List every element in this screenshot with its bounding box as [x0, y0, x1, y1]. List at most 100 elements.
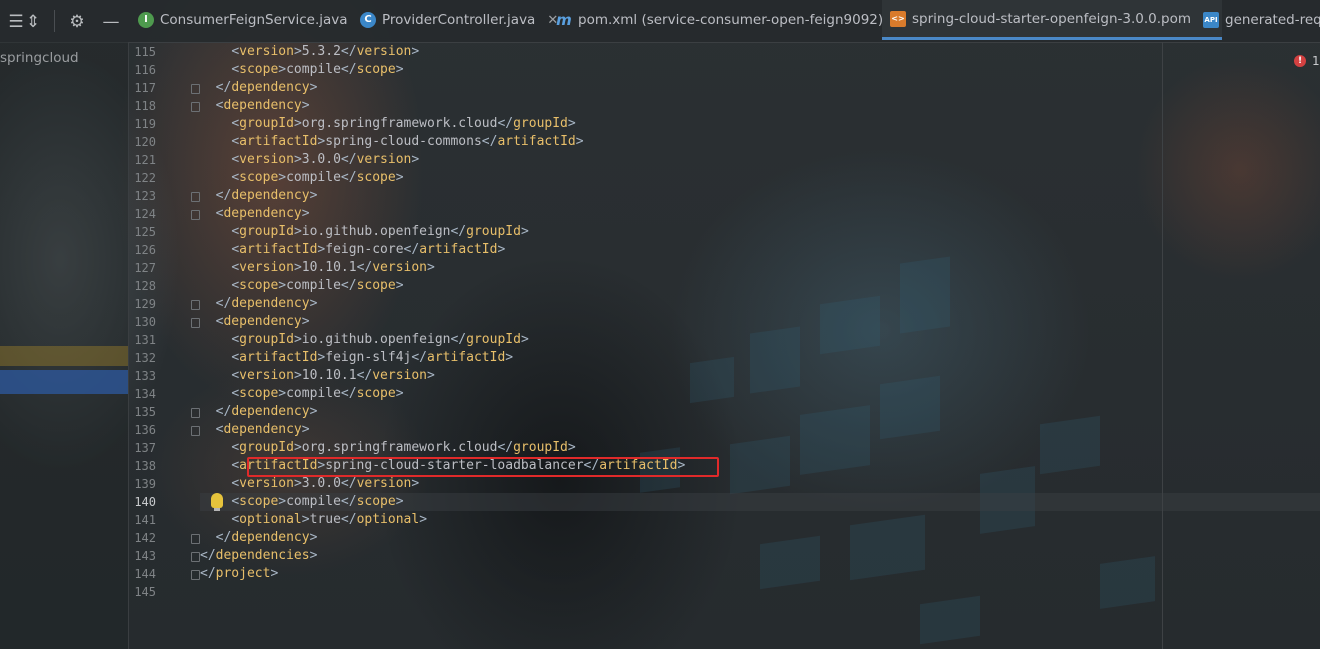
code-line: </dependency>	[215, 404, 318, 419]
class-icon: C	[360, 12, 376, 28]
line-number: 132	[134, 351, 156, 365]
error-count: 1	[1312, 54, 1320, 68]
code-editor[interactable]: <version>5.3.2</version> <scope>compile<…	[200, 42, 1320, 649]
fold-marker-icon[interactable]	[191, 426, 200, 436]
line-number: 116	[134, 63, 156, 77]
line-number: 136	[134, 423, 156, 437]
code-line: <groupId>io.github.openfeign</groupId>	[231, 224, 529, 239]
line-number-gutter[interactable]: 115 116 117 118 119 120 121 122 123 124 125 126 127 1…	[129, 42, 205, 649]
line-number: 129	[134, 297, 156, 311]
tab-label: pom.xml (service-consumer-open-feign9092…	[578, 12, 884, 28]
line-number: 119	[134, 117, 156, 131]
code-line: <version>3.0.0</version>	[231, 476, 420, 491]
line-number: 117	[134, 81, 156, 95]
toolbar-divider	[54, 10, 55, 32]
tab-label: generated-requ	[1225, 12, 1320, 28]
sidebar-row-highlight[interactable]	[0, 346, 128, 366]
line-number: 141	[134, 513, 156, 527]
code-line: <scope>compile</scope>	[231, 170, 404, 185]
fold-marker-icon[interactable]	[191, 300, 200, 310]
code-line: <scope>compile</scope>	[231, 62, 404, 77]
code-line: <version>5.3.2</version>	[231, 44, 420, 59]
line-number: 142	[134, 531, 156, 545]
tab-generated-requests[interactable]: API generated-requ	[1203, 0, 1320, 40]
code-line: <scope>compile</scope>	[231, 494, 404, 509]
code-line: <optional>true</optional>	[231, 512, 428, 527]
code-line: <version>10.10.1</version>	[231, 260, 435, 275]
fold-marker-icon[interactable]	[191, 192, 200, 202]
line-number: 139	[134, 477, 156, 491]
expand-all-icon[interactable]: ⇕	[23, 12, 43, 32]
line-number: 145	[134, 585, 156, 599]
line-number: 138	[134, 459, 156, 473]
line-number: 124	[134, 207, 156, 221]
line-number: 126	[134, 243, 156, 257]
line-number: 140	[134, 495, 156, 509]
code-line: <dependency>	[215, 422, 310, 437]
code-line: </project>	[200, 566, 279, 581]
line-number: 127	[134, 261, 156, 275]
tab-label: ProviderController.java	[382, 12, 536, 28]
code-line: <dependency>	[215, 98, 310, 113]
fold-marker-icon[interactable]	[191, 534, 200, 544]
code-line: <version>3.0.0</version>	[231, 152, 420, 167]
line-number: 144	[134, 567, 156, 581]
code-line: </dependencies>	[200, 548, 318, 563]
line-number: 115	[134, 45, 156, 59]
annotation-highlight-box	[247, 457, 719, 477]
line-number: 123	[134, 189, 156, 203]
fold-marker-icon[interactable]	[191, 570, 200, 580]
line-number: 125	[134, 225, 156, 239]
fold-marker-icon[interactable]	[191, 552, 200, 562]
project-sidebar: springcloud	[0, 42, 129, 649]
sidebar-selected-row[interactable]	[0, 370, 128, 394]
tab-openfeign-pom[interactable]: <> spring-cloud-starter-openfeign-3.0.0.…	[882, 0, 1222, 40]
fold-marker-icon[interactable]	[191, 84, 200, 94]
maven-icon: m	[556, 11, 572, 29]
error-icon: !	[1294, 55, 1306, 67]
code-line: </dependency>	[215, 80, 318, 95]
code-line: <version>10.10.1</version>	[231, 368, 435, 383]
inspection-widget[interactable]: ! 1	[1294, 54, 1320, 68]
line-number: 137	[134, 441, 156, 455]
code-line: <groupId>org.springframework.cloud</grou…	[231, 440, 576, 455]
code-line: <groupId>io.github.openfeign</groupId>	[231, 332, 529, 347]
code-line: <artifactId>feign-core</artifactId>	[231, 242, 506, 257]
fold-marker-icon[interactable]	[191, 102, 200, 112]
tab-provider-controller[interactable]: C ProviderController.java ✕	[360, 0, 558, 40]
line-number: 143	[134, 549, 156, 563]
line-number: 134	[134, 387, 156, 401]
code-line: <artifactId>spring-cloud-commons</artifa…	[231, 134, 584, 149]
minimize-icon[interactable]: —	[101, 12, 121, 32]
code-line: </dependency>	[215, 188, 318, 203]
line-number: 133	[134, 369, 156, 383]
editor-tab-bar: ☰ ⇕ ⚙ — I ConsumerFeignService.java ✕ C …	[0, 0, 1320, 43]
tab-label: ConsumerFeignService.java	[160, 12, 348, 28]
line-number: 121	[134, 153, 156, 167]
fold-marker-icon[interactable]	[191, 210, 200, 220]
fold-marker-icon[interactable]	[191, 318, 200, 328]
code-line: <dependency>	[215, 314, 310, 329]
tab-label: spring-cloud-starter-openfeign-3.0.0.pom	[912, 10, 1192, 27]
line-number: 122	[134, 171, 156, 185]
tab-consumer-feign-service[interactable]: I ConsumerFeignService.java ✕	[138, 0, 370, 40]
line-number: 130	[134, 315, 156, 329]
api-file-icon: API	[1203, 12, 1219, 28]
gear-icon[interactable]: ⚙	[67, 12, 87, 32]
line-number: 131	[134, 333, 156, 347]
code-line: </dependency>	[215, 530, 318, 545]
code-line: <dependency>	[215, 206, 310, 221]
line-number: 118	[134, 99, 156, 113]
code-line: </dependency>	[215, 296, 318, 311]
line-number: 135	[134, 405, 156, 419]
xml-file-icon: <>	[890, 10, 906, 27]
interface-icon: I	[138, 12, 154, 28]
tab-pom-xml[interactable]: m pom.xml (service-consumer-open-feign90…	[556, 0, 906, 40]
project-root-label[interactable]: springcloud	[0, 50, 79, 66]
line-number: 128	[134, 279, 156, 293]
fold-marker-icon[interactable]	[191, 408, 200, 418]
code-line: <scope>compile</scope>	[231, 278, 404, 293]
code-line: <scope>compile</scope>	[231, 386, 404, 401]
line-number: 120	[134, 135, 156, 149]
code-line: <groupId>org.springframework.cloud</grou…	[231, 116, 576, 131]
